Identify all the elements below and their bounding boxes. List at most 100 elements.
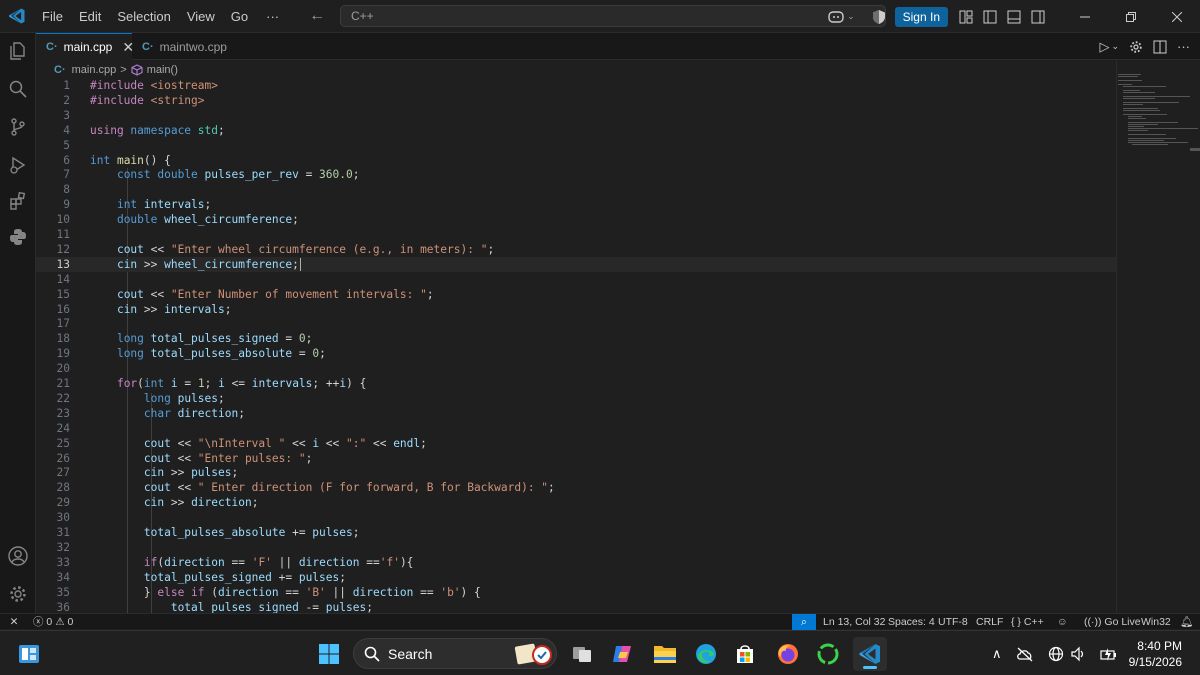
code-line[interactable]: 33 if(direction == 'F' || direction =='f… bbox=[36, 555, 1116, 570]
code-line[interactable]: 1 #include <iostream> bbox=[36, 78, 1116, 93]
code-line[interactable]: 4 using namespace std; bbox=[36, 123, 1116, 138]
code-line[interactable]: 21 for(int i = 1; i <= intervals; ++i) { bbox=[36, 376, 1116, 391]
code-line[interactable]: 17 bbox=[36, 316, 1116, 331]
edge-browser-icon[interactable] bbox=[689, 637, 723, 671]
copilot-status-icon[interactable]: ☺ bbox=[1057, 614, 1068, 630]
line-number[interactable]: 21 bbox=[36, 376, 70, 391]
line-number[interactable]: 7 bbox=[36, 167, 70, 182]
line-number[interactable]: 28 bbox=[36, 480, 70, 495]
line-number[interactable]: 27 bbox=[36, 465, 70, 480]
accounts-shield-icon[interactable] bbox=[867, 5, 891, 29]
toggle-primary-sidebar-icon[interactable] bbox=[978, 5, 1002, 29]
platform-indicator[interactable]: Win32 bbox=[1141, 614, 1171, 630]
code-line[interactable]: 32 bbox=[36, 540, 1116, 555]
line-number[interactable]: 13 bbox=[36, 257, 70, 272]
search-icon[interactable] bbox=[0, 71, 36, 107]
minimap[interactable] bbox=[1118, 74, 1198, 154]
line-number[interactable]: 14 bbox=[36, 272, 70, 287]
line-number[interactable]: 11 bbox=[36, 227, 70, 242]
line-number[interactable]: 32 bbox=[36, 540, 70, 555]
code-line[interactable]: 10 double wheel_circumference; bbox=[36, 212, 1116, 227]
code-line[interactable]: 15 cout << "Enter Number of movement int… bbox=[36, 287, 1116, 302]
line-number[interactable]: 36 bbox=[36, 600, 70, 614]
show-hidden-icons-chevron-icon[interactable]: ∧ bbox=[992, 646, 1002, 662]
remote-indicator-icon[interactable]: ✕ bbox=[0, 614, 28, 630]
line-number[interactable]: 19 bbox=[36, 346, 70, 361]
line-number[interactable]: 8 bbox=[36, 182, 70, 197]
code-line[interactable]: 6 int main() { bbox=[36, 153, 1116, 168]
code-line[interactable]: 5 bbox=[36, 138, 1116, 153]
run-debug-icon[interactable] bbox=[0, 147, 36, 183]
encoding-setting[interactable]: UTF-8 bbox=[938, 614, 968, 630]
code-line[interactable]: 18 long total_pulses_signed = 0; bbox=[36, 331, 1116, 346]
widgets-icon[interactable] bbox=[12, 637, 46, 671]
copilot-app-icon[interactable] bbox=[605, 637, 639, 671]
code-line[interactable]: 27 cin >> pulses; bbox=[36, 465, 1116, 480]
line-number[interactable]: 16 bbox=[36, 302, 70, 317]
copilot-button[interactable]: ⌄ bbox=[827, 9, 855, 25]
explorer-icon[interactable] bbox=[0, 33, 36, 69]
task-view-icon[interactable] bbox=[565, 637, 599, 671]
code-line[interactable]: 34 total_pulses_signed += pulses; bbox=[36, 570, 1116, 585]
scrollbar-thumb[interactable] bbox=[1190, 148, 1200, 151]
sign-in-button[interactable]: Sign In bbox=[894, 6, 948, 27]
line-number[interactable]: 2 bbox=[36, 93, 70, 108]
line-number[interactable]: 24 bbox=[36, 421, 70, 436]
taskbar-search-box[interactable]: Search bbox=[353, 638, 557, 669]
battery-charging-icon[interactable] bbox=[1099, 646, 1118, 662]
line-number[interactable]: 29 bbox=[36, 495, 70, 510]
zoom-icon[interactable]: ⌕ bbox=[792, 614, 816, 630]
code-line[interactable]: 9 int intervals; bbox=[36, 197, 1116, 212]
indentation-setting[interactable]: Spaces: 4 bbox=[888, 614, 935, 630]
line-number[interactable]: 17 bbox=[36, 316, 70, 331]
firefox-icon[interactable] bbox=[771, 637, 805, 671]
line-number[interactable]: 1 bbox=[36, 78, 70, 93]
go-live-button[interactable]: ((·)) Go Live bbox=[1084, 614, 1141, 630]
line-number[interactable]: 35 bbox=[36, 585, 70, 600]
customize-layout-icon[interactable] bbox=[954, 5, 978, 29]
eol-setting[interactable]: CRLF bbox=[976, 614, 1003, 630]
manage-gear-icon[interactable] bbox=[0, 576, 36, 612]
menu-go[interactable]: Go bbox=[223, 0, 256, 33]
line-number[interactable]: 6 bbox=[36, 153, 70, 168]
command-center-search[interactable]: C++ bbox=[340, 5, 886, 27]
code-line[interactable]: 26 cout << "Enter pulses: "; bbox=[36, 451, 1116, 466]
system-clock[interactable]: 8:40 PM 9/15/2026 bbox=[1129, 638, 1182, 670]
code-line[interactable]: 11 bbox=[36, 227, 1116, 242]
code-line[interactable]: 35 } else if (direction == 'B' || direct… bbox=[36, 585, 1116, 600]
code-line[interactable]: 31 total_pulses_absolute += pulses; bbox=[36, 525, 1116, 540]
toggle-secondary-sidebar-icon[interactable] bbox=[1026, 5, 1050, 29]
extensions-icon[interactable] bbox=[0, 183, 36, 219]
line-number[interactable]: 5 bbox=[36, 138, 70, 153]
line-number[interactable]: 25 bbox=[36, 436, 70, 451]
line-number[interactable]: 31 bbox=[36, 525, 70, 540]
line-number[interactable]: 23 bbox=[36, 406, 70, 421]
line-number[interactable]: 4 bbox=[36, 123, 70, 138]
code-line[interactable]: 36 total_pulses_signed -= pulses; bbox=[36, 600, 1116, 614]
code-line[interactable]: 2 #include <string> bbox=[36, 93, 1116, 108]
menu-more-button[interactable]: ··· bbox=[256, 9, 289, 24]
code-line[interactable]: 8 bbox=[36, 182, 1116, 197]
line-number[interactable]: 15 bbox=[36, 287, 70, 302]
start-button-windows-icon[interactable] bbox=[312, 637, 346, 671]
code-line[interactable]: 22 long pulses; bbox=[36, 391, 1116, 406]
toggle-panel-icon[interactable] bbox=[1002, 5, 1026, 29]
line-number[interactable]: 33 bbox=[36, 555, 70, 570]
file-explorer-icon[interactable] bbox=[648, 637, 682, 671]
line-number[interactable]: 34 bbox=[36, 570, 70, 585]
spinner-app-icon[interactable] bbox=[811, 637, 845, 671]
code-line[interactable]: 30 bbox=[36, 510, 1116, 525]
code-line[interactable]: 28 cout << " Enter direction (F for forw… bbox=[36, 480, 1116, 495]
code-line[interactable]: 20 bbox=[36, 361, 1116, 376]
code-line[interactable]: 13 cin >> wheel_circumference; bbox=[36, 256, 1116, 272]
tab-maintwo-cpp[interactable]: C· maintwo.cpp bbox=[132, 33, 232, 60]
menu-view[interactable]: View bbox=[179, 0, 223, 33]
close-window-button[interactable] bbox=[1154, 0, 1200, 33]
code-line[interactable]: 29 cin >> direction; bbox=[36, 495, 1116, 510]
code-line[interactable]: 24 bbox=[36, 421, 1116, 436]
problems-indicator[interactable]: ⓧ 0 ⚠ 0 bbox=[33, 614, 73, 630]
settings-gear-icon[interactable] bbox=[1129, 40, 1143, 54]
menu-edit[interactable]: Edit bbox=[71, 0, 109, 33]
restore-button[interactable] bbox=[1108, 0, 1154, 33]
line-number[interactable]: 12 bbox=[36, 242, 70, 257]
